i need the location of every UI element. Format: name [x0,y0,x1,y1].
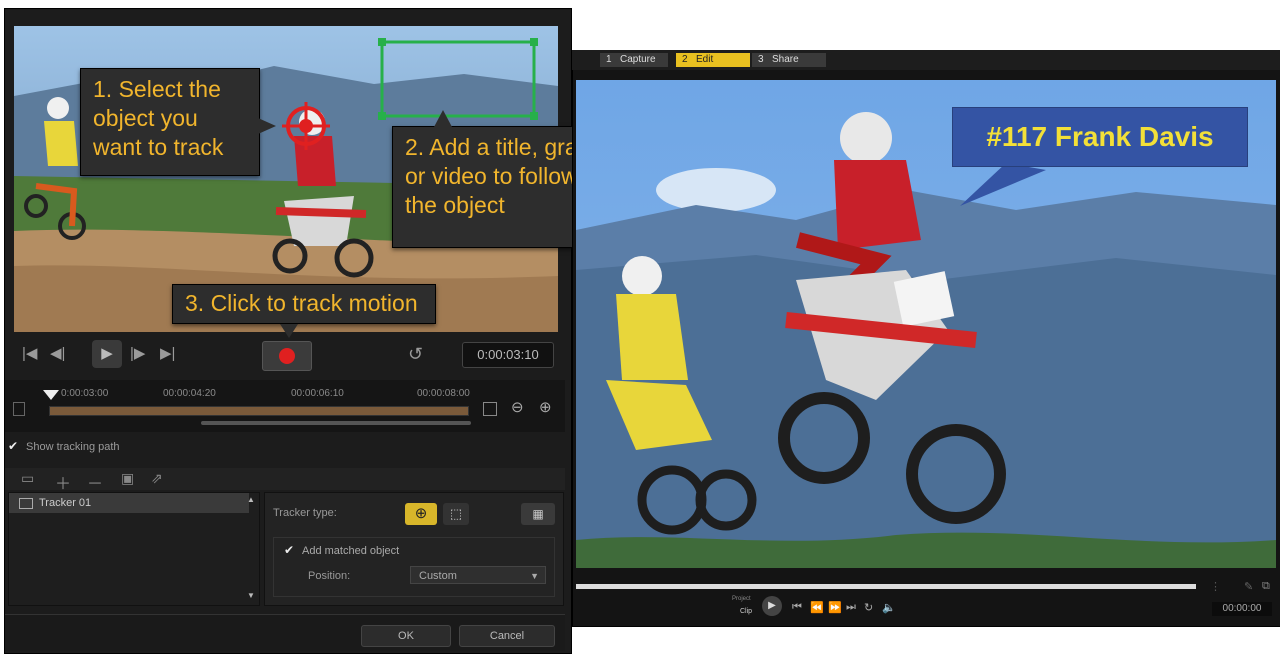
zoom-out-icon[interactable]: ⊖ [511,398,524,416]
next-frame-button[interactable]: |▶ [130,344,145,364]
add-tracker-icon[interactable]: ＋ [55,470,71,494]
ruler-label: 0:00:03:00 [61,388,109,399]
play-button[interactable]: ▶ [92,340,122,368]
end-icon[interactable]: ⏭ [846,601,856,614]
workspace-tabs: 1 Capture 2 Edit 3 Share [572,50,1280,70]
tab-number: 3 [758,54,764,65]
tracker-list-item[interactable]: Tracker 01 [9,493,249,513]
playhead-icon[interactable] [43,390,59,400]
show-tracking-path-label: Show tracking path [26,441,120,453]
chevron-down-icon: ▼ [530,571,539,581]
point-tracker-button[interactable]: ⊕ [405,503,437,525]
tracker-view-icon[interactable]: ▭ [21,470,34,487]
tab-edit[interactable]: 2 Edit [676,53,750,67]
tab-number: 2 [682,54,688,65]
list-scroll-up-icon[interactable]: ▲ [247,495,255,504]
fast-forward-button[interactable]: ▶| [160,344,175,364]
copy-icon[interactable]: ⧉ [1262,580,1270,593]
ruler-label: 00:00:06:10 [291,388,344,399]
tracker-list: Tracker 01 ▲ ▼ [8,492,260,606]
reset-icon[interactable]: ↺ [408,344,423,364]
project-mode-label[interactable]: Project [732,596,751,602]
tab-label: Edit [696,54,714,65]
position-select[interactable]: Custom ▼ [410,566,546,584]
scrub-bar[interactable] [576,584,1196,589]
ruler-label: 00:00:04:20 [163,388,216,399]
mosaic-button[interactable]: ▦ [521,503,555,525]
settings-icon[interactable]: ✎ [1244,580,1253,593]
repeat-icon[interactable]: ↻ [864,601,873,614]
checkmark-icon: ✔ [284,543,295,557]
callout-select-object-tail [258,118,276,134]
play-icon[interactable]: ▶ [762,596,782,616]
transport-bar: |◀ ◀| ▶ |▶ ▶| ↺ 0:00:03:10 [10,336,562,376]
player-preview: #117 Frank Davis [576,80,1276,568]
add-matched-object-checkbox[interactable]: ✔ Add matched object [284,544,399,557]
area-tracker-button[interactable]: ⬚ [443,503,469,525]
tab-label: Share [772,54,799,65]
clip-mode-label[interactable]: Clip [740,608,752,615]
timeline-scrollbar[interactable] [201,421,471,425]
marker-icon[interactable]: ⋮ [1210,580,1221,593]
position-label: Position: [308,570,351,582]
tab-share[interactable]: 3 Share [752,53,826,67]
record-icon [279,348,295,364]
timeline-track[interactable] [49,406,469,416]
rewind-button[interactable]: |◀ [22,344,37,364]
prev-frame-button[interactable]: ◀| [50,344,65,364]
home-icon[interactable]: ⏮ [792,601,802,614]
tracker-properties: Tracker type: ⊕ ⬚ ▦ ✔ Add matched object … [264,492,564,606]
list-scroll-down-icon[interactable]: ▼ [247,591,255,600]
timeline-start-icon[interactable] [13,402,25,416]
tracker-item-label: Tracker 01 [39,497,92,509]
player-controls: Project Clip ▶ ⏮ ⏪ ⏩ ⏭ ↻ 🔈 [730,596,910,618]
show-tracking-path-checkbox[interactable]: ✔ Show tracking path [8,440,120,456]
fit-icon[interactable] [483,402,497,416]
tab-number: 1 [606,54,612,65]
prev-frame-icon[interactable]: ⏪ [810,601,824,614]
callout-track-motion: 3. Click to track motion [172,284,436,324]
ok-button[interactable]: OK [361,625,451,647]
tab-label: Capture [620,54,656,65]
mosaic-icon[interactable]: ▣ [121,470,134,487]
cancel-button[interactable]: Cancel [459,625,555,647]
dialog-footer: OK Cancel [5,614,565,651]
checkmark-icon: ✔ [8,439,19,453]
tracker-toolbar: ▭ ＋ － ▣ ⇗ [5,468,565,493]
remove-tracker-icon[interactable]: － [87,470,103,494]
matched-object-group: ✔ Add matched object Position: Custom ▼ [273,537,555,597]
tracker-icon [19,498,33,509]
title-overlay[interactable]: #117 Frank Davis [952,107,1248,167]
tab-capture[interactable]: 1 Capture [600,53,668,67]
callout-select-object: 1. Select the object you want to track [80,68,260,176]
ruler-label: 00:00:08:00 [417,388,470,399]
track-motion-button[interactable] [262,341,312,371]
zoom-in-icon[interactable]: ⊕ [539,398,552,416]
tracker-type-label: Tracker type: [273,507,337,519]
timecode-field[interactable]: 0:00:03:10 [462,342,554,368]
callout-add-title-tail [434,110,452,127]
volume-icon[interactable]: 🔈 [882,601,896,614]
player-timecode[interactable]: 00:00:00 [1212,602,1272,616]
timeline[interactable]: 0:00:03:00 00:00:04:20 00:00:06:10 00:00… [5,380,565,432]
add-matched-object-label: Add matched object [302,545,400,557]
position-value: Custom [419,570,457,582]
export-icon[interactable]: ⇗ [151,470,163,487]
next-frame-icon[interactable]: ⏩ [828,601,842,614]
